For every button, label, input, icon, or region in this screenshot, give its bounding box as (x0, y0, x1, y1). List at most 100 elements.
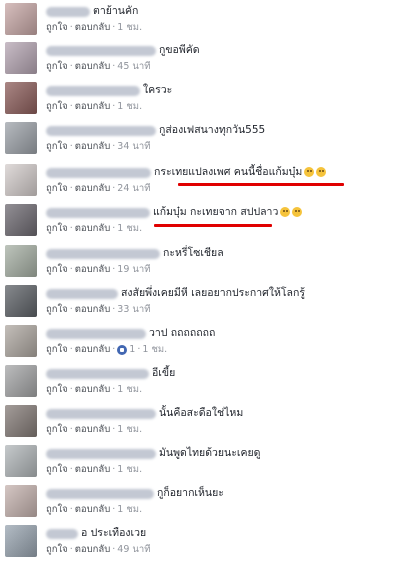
avatar[interactable] (5, 365, 37, 397)
separator-dot: · (112, 344, 116, 355)
reply-link[interactable]: ตอบกลับ (75, 61, 111, 72)
avatar[interactable] (5, 204, 37, 236)
reply-link[interactable]: ตอบกลับ (75, 504, 111, 515)
avatar[interactable] (5, 525, 37, 557)
comment-item: กะหรี่โซเชียล ถูกใจ · ตอบกลับ · 19 นาที (0, 243, 400, 279)
comment-text: กูก็อยากเห็นยะ (157, 487, 224, 499)
reply-link[interactable]: ตอบกลับ (75, 304, 111, 315)
timestamp[interactable]: 34 นาที (117, 141, 150, 152)
timestamp[interactable]: 33 นาที (117, 304, 150, 315)
separator-dot: · (69, 141, 73, 152)
like-link[interactable]: ถูกใจ (46, 141, 68, 152)
reply-link[interactable]: ตอบกลับ (75, 464, 111, 475)
author-name-blurred[interactable] (46, 208, 150, 218)
timestamp[interactable]: 1 ชม. (117, 464, 142, 475)
reply-link[interactable]: ตอบกลับ (75, 264, 111, 275)
comment-text: ใครวะ (143, 84, 173, 96)
comment-item: นั้นคือสะดือใช่ไหม ถูกใจ · ตอบกลับ · 1 ชม. (0, 403, 400, 439)
author-name-blurred[interactable] (46, 369, 149, 379)
timestamp[interactable]: 49 นาที (117, 544, 150, 555)
like-link[interactable]: ถูกใจ (46, 22, 68, 33)
comment-actions: ถูกใจ · ตอบกลับ · 1 ชม. (46, 21, 142, 35)
avatar[interactable] (5, 42, 37, 74)
comment-body: อ ประเทืองเวย (46, 525, 146, 542)
like-link[interactable]: ถูกใจ (46, 304, 68, 315)
separator-dot: · (69, 464, 73, 475)
timestamp[interactable]: 45 นาที (117, 61, 150, 72)
author-name-blurred[interactable] (46, 409, 156, 419)
comment-text: ตาย้านคัก (93, 5, 139, 17)
avatar[interactable] (5, 325, 37, 357)
separator-dot: · (69, 304, 73, 315)
comment-body: มันพูดไทยด้วยนะเคยดู (46, 445, 260, 462)
author-name-blurred[interactable] (46, 249, 160, 259)
comment-text: กะหรี่โซเชียล (163, 247, 224, 259)
avatar[interactable] (5, 285, 37, 317)
author-name-blurred[interactable] (46, 489, 154, 499)
like-link[interactable]: ถูกใจ (46, 384, 68, 395)
author-name-blurred[interactable] (46, 126, 156, 136)
like-reaction-icon[interactable] (117, 345, 128, 355)
timestamp[interactable]: 1 ชม. (117, 504, 142, 515)
comment-actions: ถูกใจ · ตอบกลับ · 33 นาที (46, 303, 151, 317)
like-link[interactable]: ถูกใจ (46, 223, 68, 234)
reply-link[interactable]: ตอบกลับ (75, 183, 111, 194)
avatar[interactable] (5, 122, 37, 154)
author-name-blurred[interactable] (46, 46, 156, 56)
avatar[interactable] (5, 82, 37, 114)
avatar[interactable] (5, 164, 37, 196)
comment-text: กูขอพีคัด (159, 44, 200, 56)
author-name-blurred[interactable] (46, 7, 90, 17)
red-underline-annotation (154, 224, 272, 227)
avatar[interactable] (5, 3, 37, 35)
comment-text: แก้มบุ๋ม กะเทยจาก สปปลาว (153, 206, 279, 218)
laughing-emoji (292, 207, 303, 217)
like-link[interactable]: ถูกใจ (46, 424, 68, 435)
reply-link[interactable]: ตอบกลับ (75, 544, 111, 555)
separator-dot: · (69, 223, 73, 234)
timestamp[interactable]: 1 ชม. (117, 223, 142, 234)
author-name-blurred[interactable] (46, 289, 118, 299)
like-link[interactable]: ถูกใจ (46, 183, 68, 194)
comment-item: กูก็อยากเห็นยะ ถูกใจ · ตอบกลับ · 1 ชม. (0, 483, 400, 519)
like-link[interactable]: ถูกใจ (46, 101, 68, 112)
comment-body: อีเขี้ย (46, 365, 175, 382)
like-link[interactable]: ถูกใจ (46, 464, 68, 475)
reply-link[interactable]: ตอบกลับ (75, 22, 111, 33)
comment-actions: ถูกใจ · ตอบกลับ · 1 · 1 ชม. (46, 343, 167, 357)
like-link[interactable]: ถูกใจ (46, 264, 68, 275)
comment-text: กระเทยแปลงเพศ คนนี้ชื่อแก้มบุ๋ม (154, 166, 303, 178)
avatar[interactable] (5, 445, 37, 477)
separator-dot: · (69, 101, 73, 112)
avatar[interactable] (5, 485, 37, 517)
like-link[interactable]: ถูกใจ (46, 544, 68, 555)
timestamp[interactable]: 1 ชม. (142, 344, 167, 355)
author-name-blurred[interactable] (46, 86, 140, 96)
reply-link[interactable]: ตอบกลับ (75, 141, 111, 152)
timestamp[interactable]: 1 ชม. (117, 22, 142, 33)
reply-link[interactable]: ตอบกลับ (75, 384, 111, 395)
timestamp[interactable]: 1 ชม. (117, 101, 142, 112)
reply-link[interactable]: ตอบกลับ (75, 223, 111, 234)
comment-text: กูส่องเฟสนางทุกวัน555 (159, 124, 266, 136)
author-name-blurred[interactable] (46, 168, 151, 178)
like-link[interactable]: ถูกใจ (46, 344, 68, 355)
like-link[interactable]: ถูกใจ (46, 504, 68, 515)
avatar[interactable] (5, 245, 37, 277)
comment-item: วาป ถถถถถถถ ถูกใจ · ตอบกลับ · 1 · 1 ชม. (0, 323, 400, 359)
author-name-blurred[interactable] (46, 529, 78, 539)
reply-link[interactable]: ตอบกลับ (75, 344, 111, 355)
separator-dot: · (69, 384, 73, 395)
comment-body: แก้มบุ๋ม กะเทยจาก สปปลาว (46, 204, 303, 221)
timestamp[interactable]: 19 นาที (117, 264, 150, 275)
author-name-blurred[interactable] (46, 449, 156, 459)
author-name-blurred[interactable] (46, 329, 146, 339)
timestamp[interactable]: 1 ชม. (117, 384, 142, 395)
like-link[interactable]: ถูกใจ (46, 61, 68, 72)
reply-link[interactable]: ตอบกลับ (75, 424, 111, 435)
reply-link[interactable]: ตอบกลับ (75, 101, 111, 112)
timestamp[interactable]: 1 ชม. (117, 424, 142, 435)
avatar[interactable] (5, 405, 37, 437)
separator-dot: · (69, 504, 73, 515)
timestamp[interactable]: 24 นาที (117, 183, 150, 194)
